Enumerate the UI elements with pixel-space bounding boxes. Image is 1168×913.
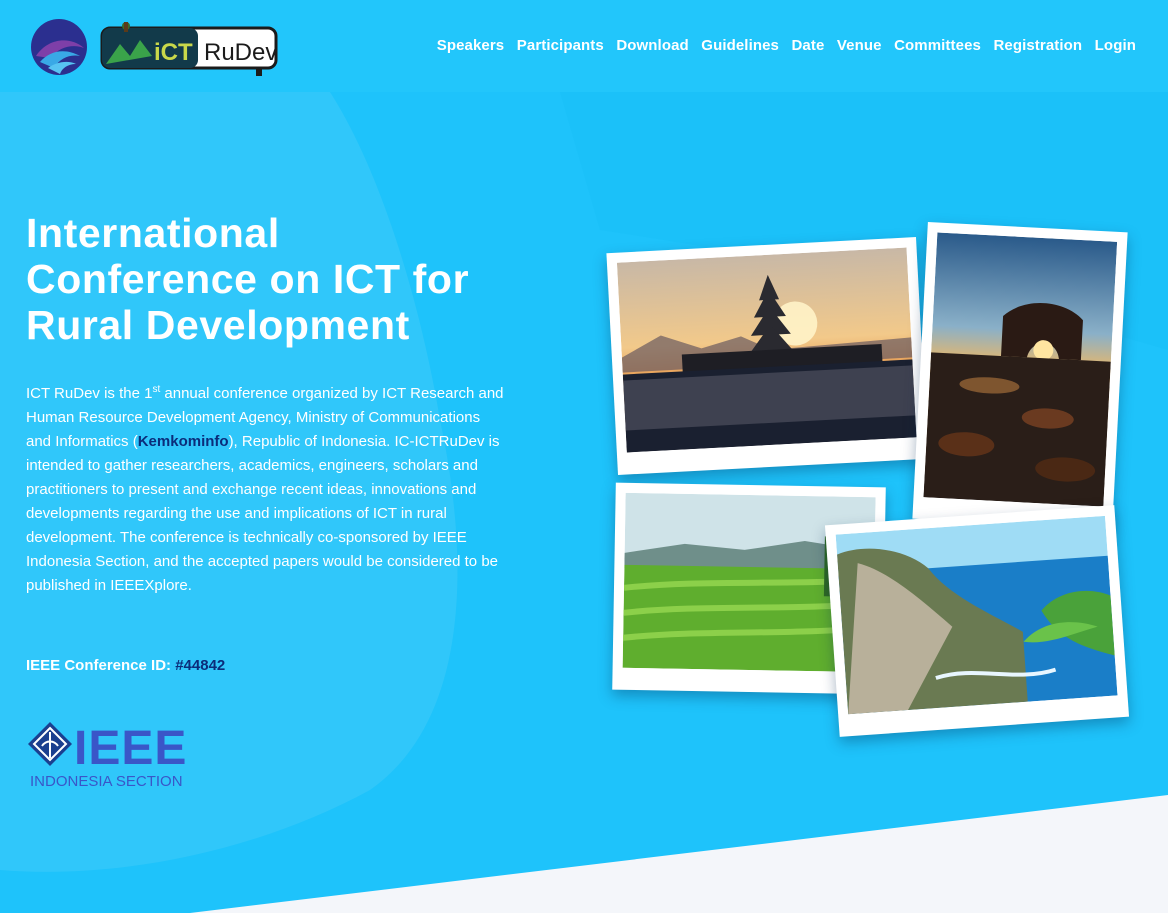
svg-text:RuDev: RuDev (204, 39, 277, 66)
nav-committees[interactable]: Committees (894, 37, 981, 54)
svg-text:iCT: iCT (154, 39, 193, 66)
kominfo-logo[interactable] (30, 18, 88, 76)
kemkominfo-link[interactable]: Kemkominfo (138, 433, 229, 450)
nav-guidelines[interactable]: Guidelines (701, 37, 779, 54)
site-header: iCT RuDev Speakers Participants Download… (0, 0, 1168, 92)
ieee-indonesia-logo[interactable]: IEEE INDONESIA SECTION (26, 718, 206, 794)
desc-text-1: ICT RuDev is the 1 (26, 385, 153, 402)
conference-id-value: #44842 (175, 657, 226, 674)
title-line-3: Rural Development (26, 302, 410, 348)
svg-text:INDONESIA SECTION: INDONESIA SECTION (30, 773, 183, 790)
nav-registration[interactable]: Registration (993, 37, 1082, 54)
hero-section: International Conference on ICT for Rura… (26, 210, 546, 613)
nav-participants[interactable]: Participants (517, 37, 604, 54)
photo-temple (606, 237, 928, 475)
conference-description: ICT RuDev is the 1st annual conference o… (26, 382, 508, 598)
title-line-2: Conference on ICT for (26, 256, 470, 302)
title-line-1: International (26, 210, 280, 256)
ict-rudev-logo[interactable]: iCT RuDev (100, 16, 280, 78)
photo-rock-sunset (912, 221, 1128, 530)
photo-collage (590, 215, 1150, 755)
main-nav: Speakers Participants Download Guideline… (424, 37, 1136, 54)
nav-venue[interactable]: Venue (837, 37, 882, 54)
page-title: International Conference on ICT for Rura… (26, 210, 546, 348)
conference-id: IEEE Conference ID: #44842 (26, 657, 225, 674)
nav-login[interactable]: Login (1095, 37, 1136, 54)
nav-date[interactable]: Date (791, 37, 824, 54)
desc-text-3: ), Republic of Indonesia. IC-ICTRuDev is… (26, 433, 500, 594)
nav-speakers[interactable]: Speakers (437, 37, 505, 54)
conference-id-label: IEEE Conference ID: (26, 657, 176, 674)
nav-download[interactable]: Download (616, 37, 688, 54)
ieee-diamond-icon (28, 722, 72, 766)
photo-coastal-cliff (824, 505, 1130, 737)
svg-text:IEEE: IEEE (74, 722, 187, 775)
